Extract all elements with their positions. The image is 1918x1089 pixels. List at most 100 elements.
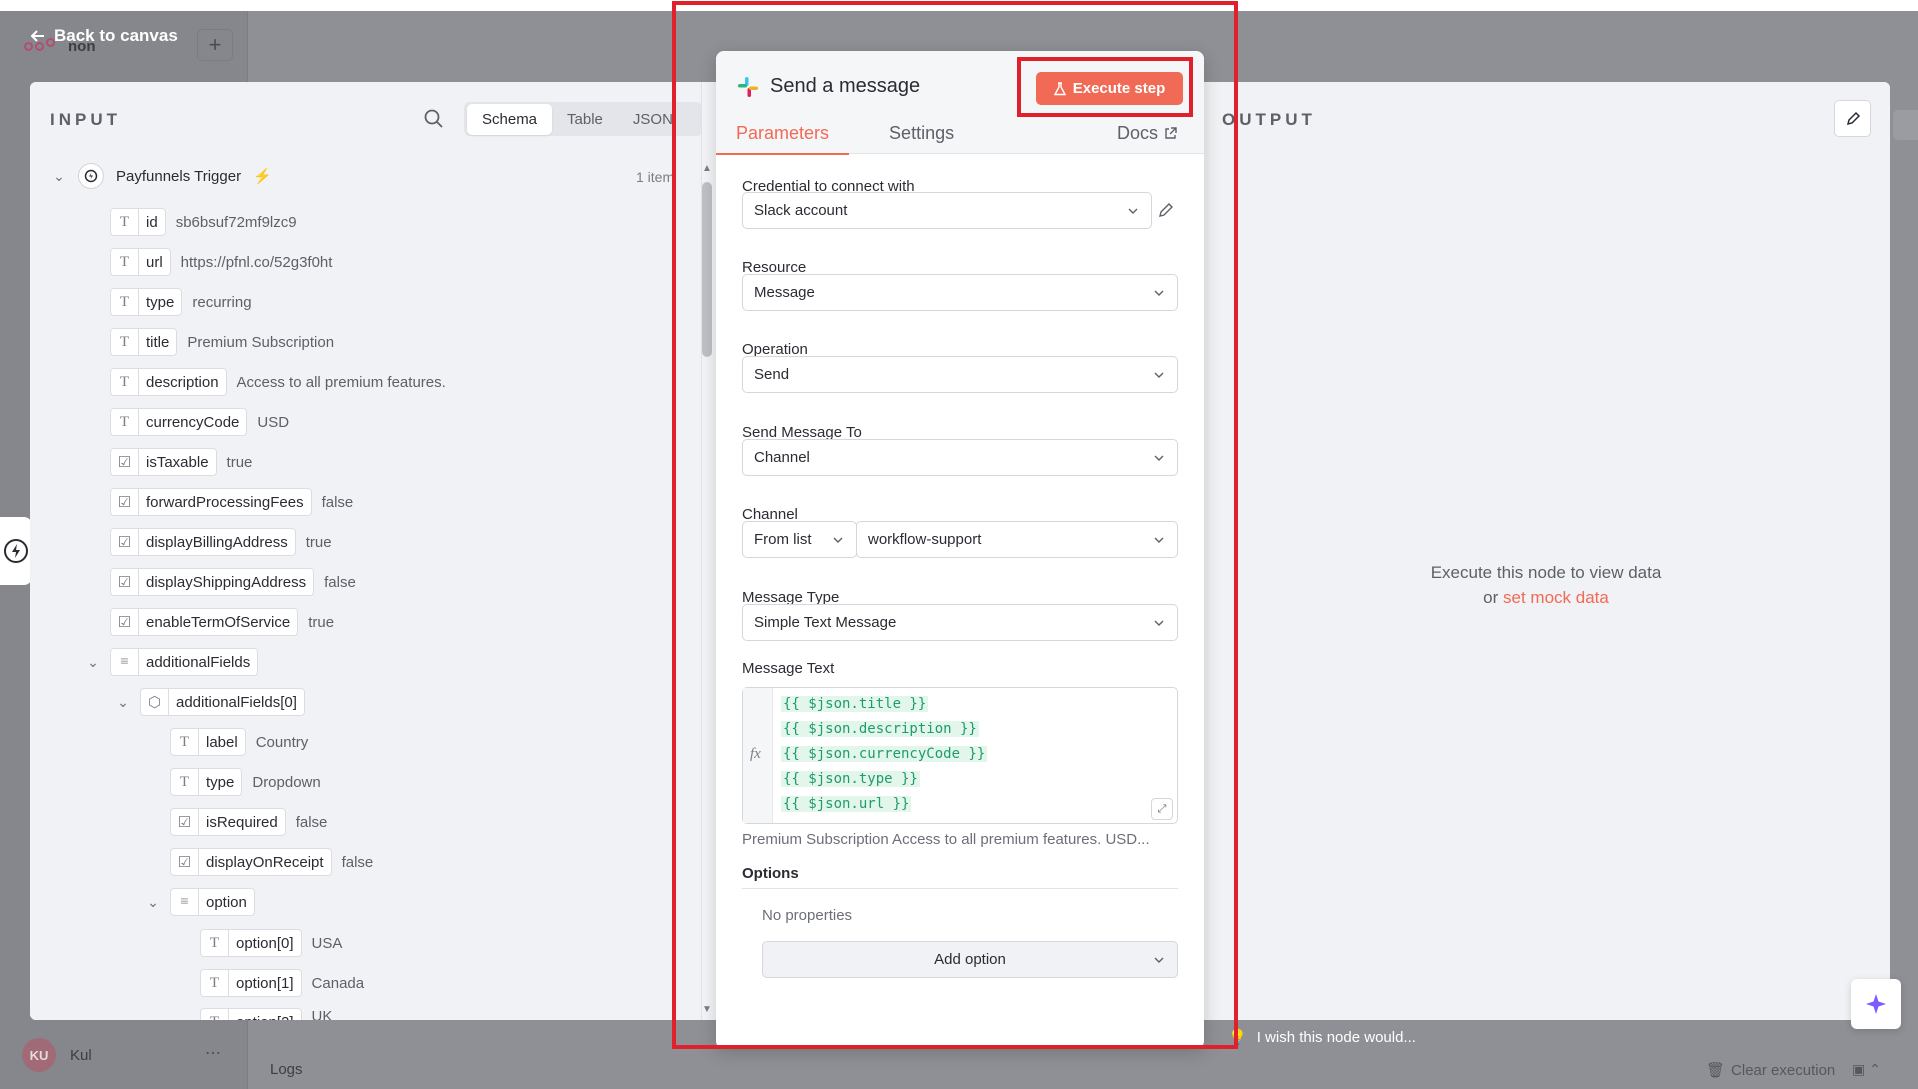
schema-field[interactable]: Ttype Dropdown — [170, 767, 321, 797]
field-key: enableTermOfService — [146, 613, 291, 631]
schema-field[interactable]: ☑ displayOnReceipt false — [170, 847, 373, 877]
schema-field[interactable]: ☑ displayBillingAddress true — [110, 527, 332, 557]
chevron-down-icon[interactable]: ⌄ — [86, 654, 100, 671]
trigger-icon — [78, 163, 104, 189]
field-value: false — [321, 493, 354, 511]
arrow-left-icon — [30, 30, 44, 42]
field-key: title — [146, 333, 170, 351]
schema-field[interactable]: Tdescription Access to all premium featur… — [110, 367, 446, 397]
schema-field[interactable]: Tlabel Country — [170, 727, 308, 757]
schema-field-array[interactable]: ⌄ ≡ option — [146, 887, 255, 917]
schema-field[interactable]: Tid sb6bsuf72mf9lzc9 — [110, 207, 297, 237]
field-value: https://pfnl.co/52g3f0ht — [180, 253, 333, 271]
canvas-tab — [1893, 110, 1918, 140]
schema-field[interactable]: ☑ isTaxable true — [110, 447, 252, 477]
ai-assistant-button[interactable] — [1851, 979, 1901, 1029]
field-value: sb6bsuf72mf9lzc9 — [175, 213, 297, 231]
field-key: option[1] — [236, 974, 294, 992]
field-key: option — [206, 893, 247, 911]
field-key: displayShippingAddress — [146, 573, 307, 591]
boolean-type-icon: ☑ — [111, 609, 139, 635]
field-value: recurring — [192, 293, 252, 311]
feedback-link[interactable]: 💡 I wish this node would... — [1228, 1028, 1416, 1047]
schema-field[interactable]: ☑ isRequired false — [170, 807, 327, 837]
pencil-icon — [1846, 111, 1860, 125]
text-type-icon: T — [201, 930, 229, 956]
field-value: Country — [255, 733, 309, 751]
clear-execution-label: Clear execution — [1731, 1061, 1836, 1079]
boolean-type-icon: ☑ — [171, 849, 199, 875]
logs-toggle-icon[interactable]: ▣ ⌃ — [1852, 1061, 1881, 1078]
schema-field-object[interactable]: ⌄ ⬡ additionalFields[0] — [116, 687, 305, 717]
items-count: 1 item — [636, 169, 675, 185]
user-name: Kul — [70, 1046, 92, 1064]
user-menu[interactable]: KU Kul — [22, 1038, 92, 1072]
field-value: UK — [311, 1008, 333, 1020]
schema-field-array[interactable]: ⌄ ≡ additionalFields — [86, 647, 259, 677]
field-key: isTaxable — [146, 453, 209, 471]
field-key: displayBillingAddress — [146, 533, 288, 551]
schema-field[interactable]: Toption[0] USA — [200, 928, 342, 958]
lightning-icon: ⚡ — [253, 168, 272, 185]
field-key: forwardProcessingFees — [146, 493, 304, 511]
field-value: true — [226, 453, 253, 471]
text-type-icon: T — [171, 769, 199, 795]
field-key: url — [146, 253, 163, 271]
field-key: label — [206, 733, 238, 751]
more-options-icon[interactable]: ⋯ — [205, 1043, 221, 1063]
chevron-down-icon[interactable]: ⌄ — [116, 694, 130, 711]
boolean-type-icon: ☑ — [171, 809, 199, 835]
clear-execution-button[interactable]: 🗑 Clear execution — [1706, 1061, 1836, 1080]
list-icon: ≡ — [111, 649, 139, 675]
trigger-name: Payfunnels Trigger — [116, 167, 242, 185]
schema-field[interactable]: Ttitle Premium Subscription — [110, 327, 334, 357]
schema-field[interactable]: ☑ displayShippingAddress false — [110, 567, 356, 597]
field-value: Premium Subscription — [187, 333, 335, 351]
tab-schema[interactable]: Schema — [467, 103, 553, 135]
feedback-label: I wish this node would... — [1256, 1028, 1416, 1046]
add-button[interactable]: + — [197, 29, 233, 61]
field-value: true — [308, 613, 335, 631]
trigger-toggle-button[interactable] — [0, 517, 32, 585]
text-type-icon: T — [171, 729, 199, 755]
schema-field[interactable]: Toption[2] UK — [200, 1008, 332, 1020]
schema-field[interactable]: TcurrencyCode USD — [110, 407, 289, 437]
view-mode-tabs: Schema Table JSON — [464, 102, 701, 136]
search-icon[interactable] — [423, 108, 445, 130]
field-key: additionalFields[0] — [176, 693, 297, 711]
field-value: USA — [311, 934, 343, 952]
schema-field[interactable]: ☑ forwardProcessingFees false — [110, 487, 353, 517]
chevron-down-icon[interactable]: ⌄ — [52, 168, 66, 185]
tab-table[interactable]: Table — [552, 104, 618, 135]
or-label: or — [1483, 588, 1499, 607]
trigger-node-row[interactable]: ⌄ Payfunnels Trigger ⚡ — [52, 163, 272, 189]
output-empty-state: Execute this node to view data or set mo… — [1202, 560, 1890, 610]
schema-field[interactable]: Ttype recurring — [110, 287, 252, 317]
field-value: Canada — [311, 974, 365, 992]
avatar: KU — [22, 1038, 56, 1072]
logs-label[interactable]: Logs — [270, 1061, 303, 1078]
highlight-box — [672, 1, 1238, 1049]
field-key: currencyCode — [146, 413, 240, 431]
field-value: Access to all premium features. — [236, 373, 446, 391]
lightning-circle-icon — [4, 539, 28, 563]
set-mock-data-link[interactable]: set mock data — [1503, 588, 1609, 607]
schema-field[interactable]: Toption[1] Canada — [200, 968, 364, 998]
field-value: false — [341, 853, 374, 871]
text-type-icon: T — [111, 209, 139, 235]
edit-output-button[interactable] — [1834, 100, 1871, 137]
trash-icon: 🗑 — [1706, 1062, 1726, 1079]
back-to-canvas-link[interactable]: Back to canvas — [30, 26, 178, 46]
text-type-icon: T — [201, 1009, 229, 1020]
schema-field[interactable]: Turl https://pfnl.co/52g3f0ht — [110, 247, 332, 277]
text-type-icon: T — [111, 329, 139, 355]
boolean-type-icon: ☑ — [111, 449, 139, 475]
field-value: false — [295, 813, 328, 831]
schema-field[interactable]: ☑ enableTermOfService true — [110, 607, 334, 637]
field-value: false — [324, 573, 356, 591]
text-type-icon: T — [201, 970, 229, 996]
text-type-icon: T — [111, 369, 139, 395]
boolean-type-icon: ☑ — [111, 569, 139, 595]
chevron-down-icon[interactable]: ⌄ — [146, 894, 160, 911]
sparkle-icon — [1866, 994, 1886, 1014]
